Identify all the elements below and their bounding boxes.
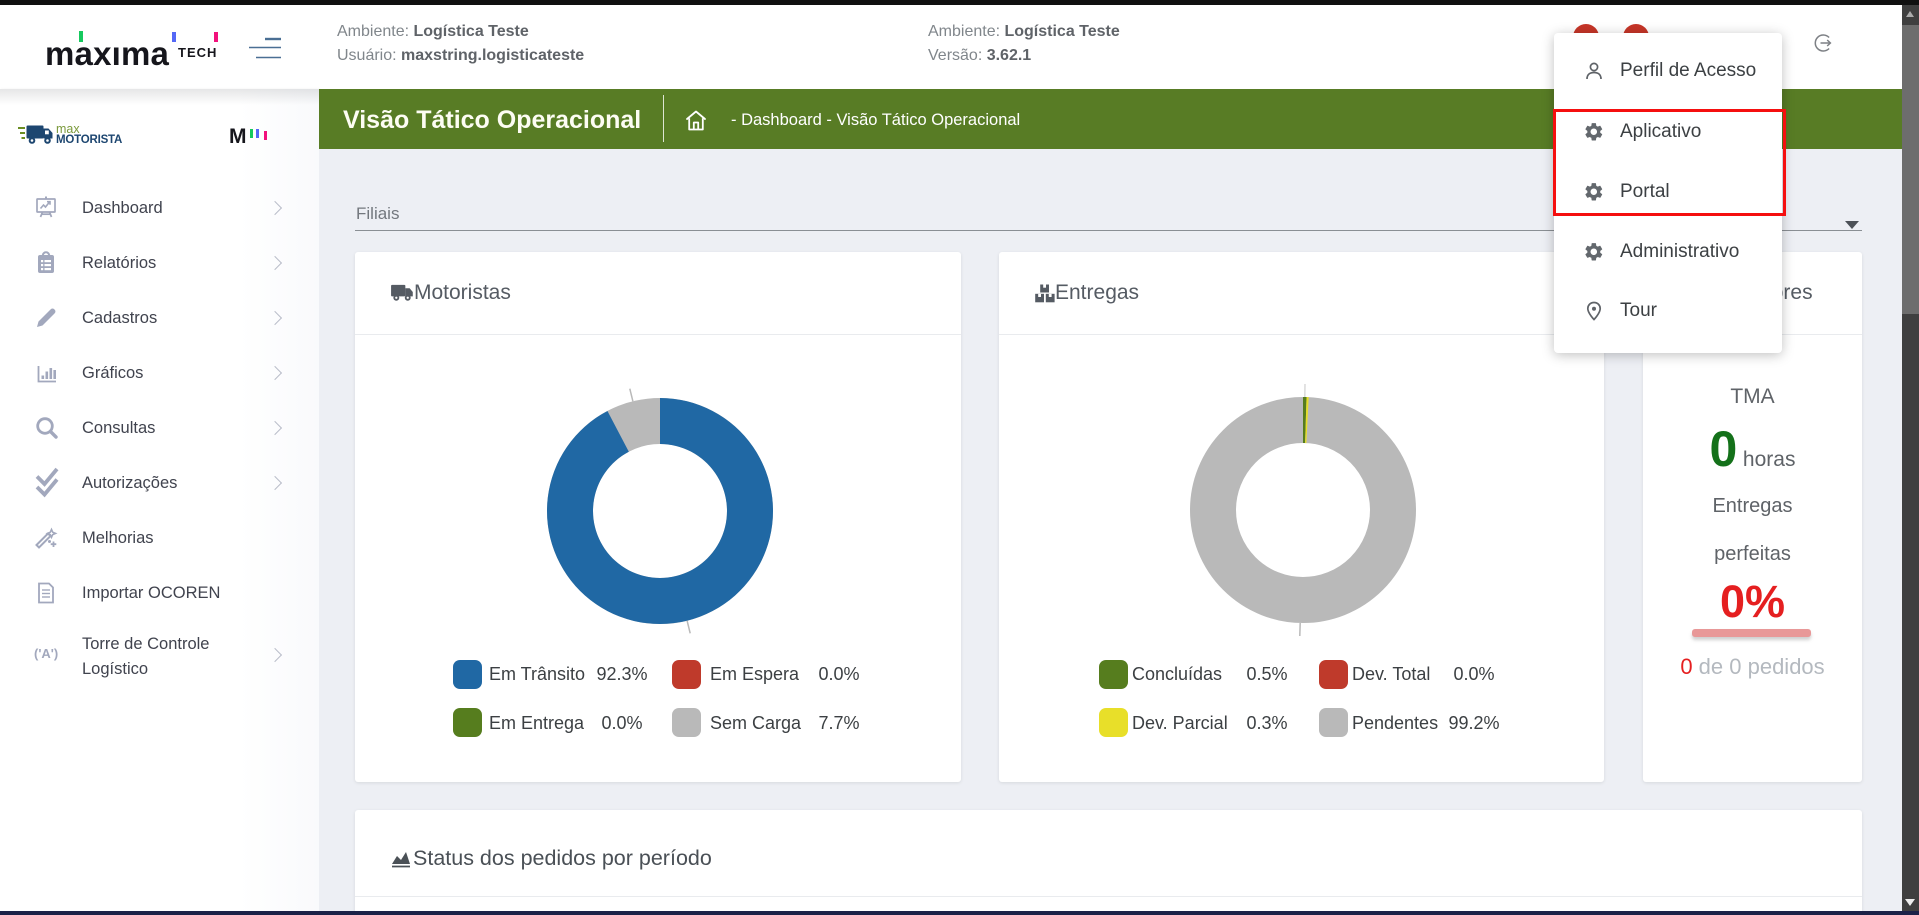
svg-text:('A'): ('A') (34, 646, 58, 661)
